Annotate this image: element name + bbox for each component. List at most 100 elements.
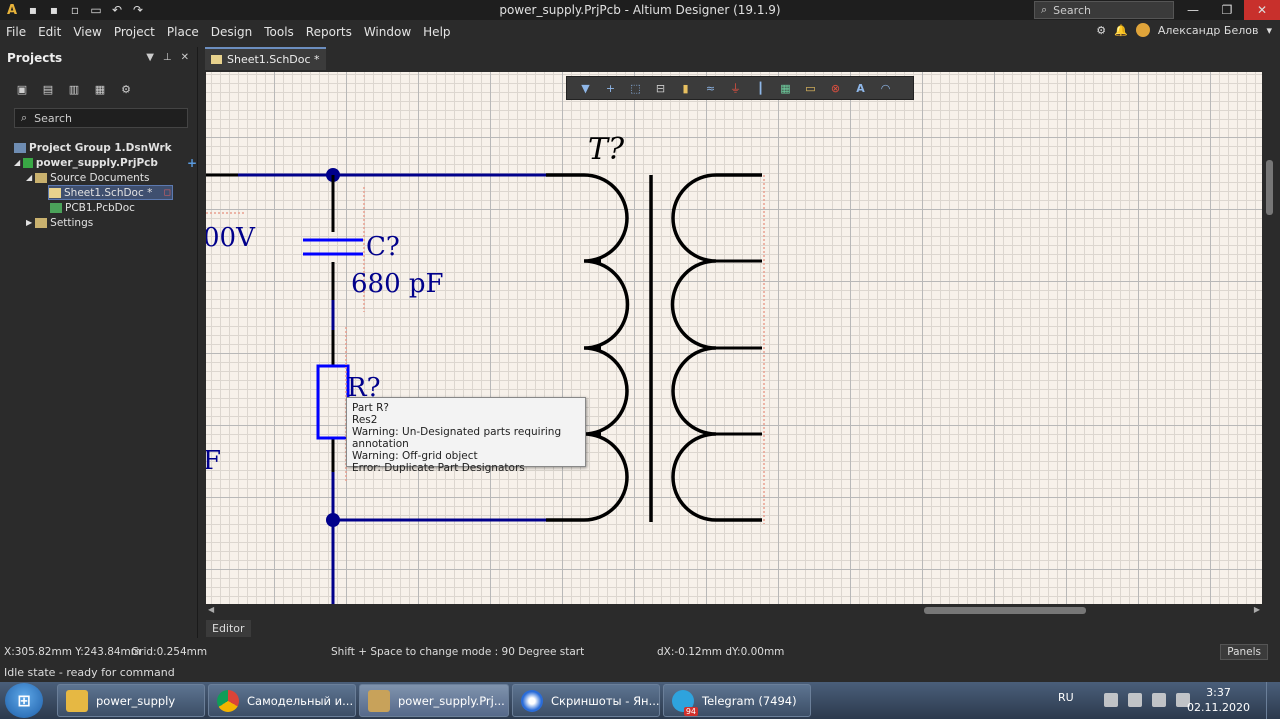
menu-file[interactable]: File	[0, 25, 32, 39]
wire-icon[interactable]: ≈	[698, 79, 723, 97]
voltage-label-fragment[interactable]: 00V	[206, 223, 256, 253]
tree-item-sheet1[interactable]: Sheet1.SchDoc * ◻	[48, 185, 173, 200]
move-icon[interactable]: +	[598, 79, 623, 97]
horizontal-scrollbar[interactable]: ◀ ▶	[206, 604, 1262, 618]
chevron-down-icon[interactable]: ▾	[1266, 24, 1272, 37]
telegram-icon: 94	[672, 689, 698, 716]
arc-icon[interactable]: ◠	[873, 79, 898, 97]
text-icon[interactable]: A	[848, 79, 873, 97]
panels-button[interactable]: Panels	[1220, 644, 1268, 660]
bus-icon[interactable]: ┃	[748, 79, 773, 97]
menu-view[interactable]: View	[67, 25, 107, 39]
filter-icon[interactable]: ▼	[573, 79, 598, 97]
panel-search-input[interactable]: ⌕ Search	[14, 108, 188, 128]
system-clock[interactable]: 3:37 02.11.2020	[1187, 685, 1250, 715]
scroll-right-icon[interactable]: ▶	[1254, 605, 1260, 614]
taskbar-item-chrome[interactable]: Самодельный и...	[208, 684, 356, 717]
project-group-icon	[14, 142, 26, 153]
expand-arrow-icon[interactable]: ◢	[26, 173, 32, 182]
capacitor-c[interactable]	[303, 238, 363, 256]
panel-close-icon[interactable]: ✕	[181, 52, 189, 63]
folder-settings-icon[interactable]: ▦	[92, 82, 108, 96]
capacitor-value[interactable]: 680 pF	[351, 269, 444, 299]
windows-logo-icon: ⊞	[17, 691, 31, 710]
bell-icon[interactable]: 🔔	[1114, 24, 1128, 37]
start-button[interactable]: ⊞	[5, 683, 43, 718]
clock-date: 02.11.2020	[1187, 701, 1250, 714]
sheet-symbol-icon[interactable]: ▦	[773, 79, 798, 97]
unread-badge: 94	[683, 706, 698, 716]
search-icon: ⌕	[21, 111, 28, 124]
scroll-thumb[interactable]	[1266, 160, 1273, 215]
tree-item-pcb1[interactable]: PCB1.PcbDoc	[14, 200, 197, 215]
clock-sync-icon[interactable]	[1152, 693, 1166, 707]
clock-time: 3:37	[1206, 686, 1231, 699]
taskbar-item-telegram[interactable]: 94 Telegram (7494)	[663, 684, 811, 717]
open-folder-icon[interactable]: ▥	[66, 82, 82, 96]
taskbar-item-altium[interactable]: power_supply.Prj...	[359, 684, 509, 717]
cursor-coordinates: X:305.82mm Y:243.84mm	[4, 646, 142, 658]
volume-icon[interactable]	[1128, 693, 1142, 707]
close-button[interactable]: ✕	[1244, 0, 1280, 20]
scroll-left-icon[interactable]: ◀	[208, 605, 214, 614]
minimize-button[interactable]: —	[1176, 0, 1210, 20]
taskbar-item-yandex[interactable]: Скриншоты - Ян...	[512, 684, 660, 717]
place-part-icon[interactable]: ▮	[673, 79, 698, 97]
delta-readout: dX:-0.12mm dY:0.00mm	[657, 646, 785, 658]
menu-tools[interactable]: Tools	[258, 25, 300, 39]
save-project-icon[interactable]: ▣	[14, 82, 30, 96]
tab-sheet1[interactable]: Sheet1.SchDoc *	[205, 47, 326, 70]
compile-icon[interactable]: ▤	[40, 82, 56, 96]
folder-icon	[35, 217, 48, 228]
gear-icon[interactable]: ⚙	[118, 82, 134, 96]
tab-editor[interactable]: Editor	[206, 620, 251, 637]
ground-icon[interactable]: ⏚	[723, 79, 748, 97]
language-indicator[interactable]: RU	[1058, 691, 1074, 704]
no-erc-icon[interactable]: ⊗	[823, 79, 848, 97]
capacitor-designator[interactable]: C?	[366, 232, 400, 262]
schematic-doc-icon	[211, 55, 222, 64]
tree-item-label: PCB1.PcbDoc	[65, 201, 135, 214]
tooltip-line: Part R?	[352, 402, 389, 414]
menu-help[interactable]: Help	[417, 25, 456, 39]
taskbar-item-explorer[interactable]: power_supply	[57, 684, 205, 717]
resistor-r[interactable]	[316, 364, 350, 440]
vertical-scrollbar[interactable]	[1262, 72, 1280, 604]
menu-place[interactable]: Place	[161, 25, 205, 39]
menu-reports[interactable]: Reports	[300, 25, 358, 39]
document-tab-bar: Sheet1.SchDoc *	[205, 47, 326, 70]
menu-edit[interactable]: Edit	[32, 25, 67, 39]
tree-item-source-documents[interactable]: ◢ Source Documents	[14, 170, 197, 185]
schematic-canvas[interactable]: T? C? 680 pF R? 00V F	[206, 72, 1262, 604]
select-icon[interactable]: ⬚	[623, 79, 648, 97]
pin-icon[interactable]: ⊥	[163, 52, 172, 63]
collapse-arrow-icon[interactable]: ▶	[26, 218, 32, 227]
menu-window[interactable]: Window	[358, 25, 417, 39]
expand-arrow-icon[interactable]: ◢	[14, 158, 20, 167]
avatar[interactable]	[1135, 23, 1150, 37]
menu-design[interactable]: Design	[205, 25, 258, 39]
tree-item-project[interactable]: ◢ power_supply.PrjPcb +	[14, 155, 197, 170]
global-search-input[interactable]: ⌕ Search	[1034, 1, 1174, 19]
taskbar-item-label: Telegram (7494)	[702, 693, 797, 708]
part-tooltip: Part R? Res2 Warning: Un-Designated part…	[346, 397, 586, 474]
panel-menu-icon[interactable]: ▼	[146, 52, 154, 63]
grid-size: Grid:0.254mm	[131, 646, 208, 658]
add-icon[interactable]: +	[187, 156, 197, 170]
folder-icon	[66, 689, 88, 712]
label-fragment[interactable]: F	[206, 446, 221, 476]
tree-item-settings[interactable]: ▶ Settings	[14, 215, 197, 230]
network-adapter-icon[interactable]	[1104, 693, 1118, 707]
mode-hint: Shift + Space to change mode : 90 Degree…	[331, 646, 585, 658]
user-name[interactable]: Александр Белов	[1158, 24, 1259, 37]
align-icon[interactable]: ⊟	[648, 79, 673, 97]
transformer-designator[interactable]: T?	[588, 132, 625, 167]
menu-project[interactable]: Project	[108, 25, 161, 39]
gear-icon[interactable]: ⚙	[1096, 24, 1106, 37]
port-icon[interactable]: ▭	[798, 79, 823, 97]
show-desktop-button[interactable]	[1266, 682, 1280, 719]
scroll-thumb[interactable]	[924, 607, 1086, 614]
tree-item-project-group[interactable]: Project Group 1.DsnWrk	[14, 140, 197, 155]
maximize-button[interactable]: ❐	[1210, 0, 1244, 20]
chrome-icon	[217, 689, 239, 712]
